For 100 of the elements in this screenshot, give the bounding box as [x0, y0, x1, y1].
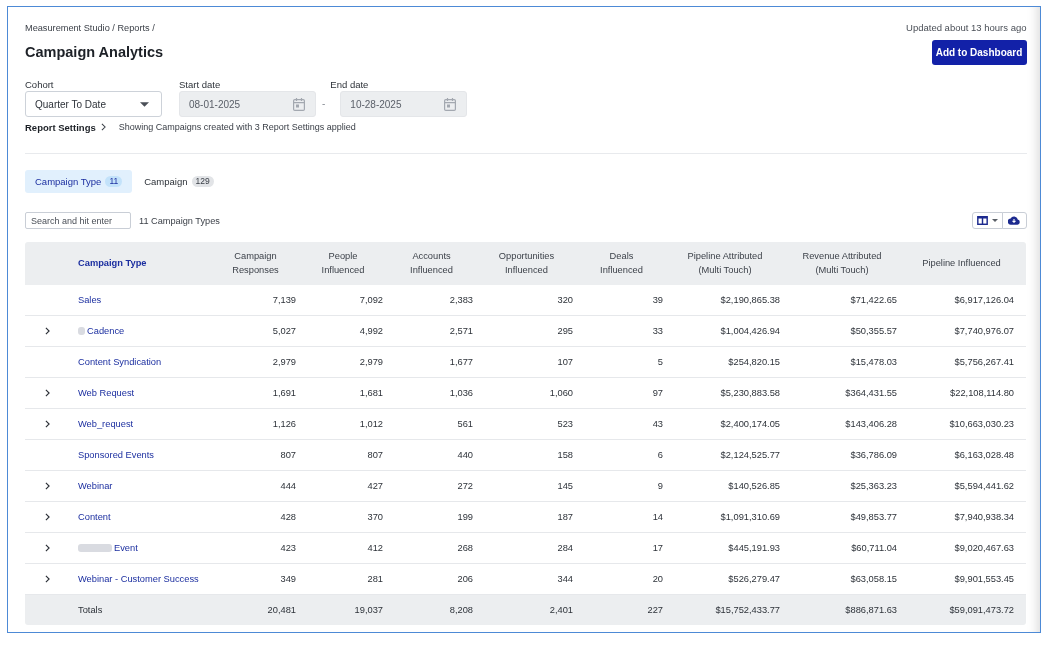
campaign-type-link[interactable]: Content Syndication [78, 357, 162, 367]
table-cell-text: 39 [651, 295, 664, 305]
table-cell-text: 9 [656, 481, 664, 491]
column-picker-button[interactable] [971, 212, 1003, 229]
table-cell-text: $2,400,174.05 [719, 419, 781, 429]
table-cell-text: 158 [556, 450, 574, 460]
result-count: 11 Campaign Types [139, 215, 220, 226]
table-cell-text: $5,594,441.62 [953, 481, 1015, 491]
table-cell-text: 2,979 [358, 357, 384, 367]
table-cell-text: 1,681 [358, 388, 384, 398]
breadcrumb[interactable]: Measurement Studio / Reports / [25, 21, 164, 35]
campaign-type-link[interactable]: Cadence [87, 326, 125, 336]
table-cell-text: 1,677 [448, 357, 474, 367]
table-cell-text: 6 [656, 450, 664, 460]
campaign-type-link[interactable]: Webinar - Customer Success [78, 574, 199, 584]
field-label: Cohort [25, 79, 55, 91]
chevron-right-icon[interactable] [45, 327, 50, 335]
table-cell-text: $15,752,433.77 [714, 605, 781, 615]
column-header[interactable]: Revenue Attributed (Multi Touch) [802, 249, 882, 278]
table-cell-text: 272 [456, 481, 474, 491]
campaign-type-link[interactable]: Webinar [78, 481, 113, 491]
column-header[interactable]: Deals Influenced [600, 249, 643, 278]
tab[interactable]: Campaign 129 [134, 170, 224, 193]
campaign-type-link[interactable]: Event [114, 543, 138, 553]
table-cell-text: 20,481 [266, 605, 297, 615]
table-cell-text: 206 [456, 574, 474, 584]
download-button[interactable] [1001, 212, 1027, 229]
table-cell-text: $6,163,028.48 [953, 450, 1015, 460]
table-cell-text: 2,401 [548, 605, 574, 615]
updated-time-text: Updated about 13 hours ago [906, 21, 1027, 35]
table-cell-text: $9,020,467.63 [953, 543, 1015, 553]
column-header[interactable]: Opportunities Influenced [498, 249, 555, 278]
cohort-select[interactable]: Quarter To Date [25, 91, 162, 117]
table-cell-text: $49,853.77 [849, 512, 898, 522]
table-cell-text: 344 [556, 574, 574, 584]
table-cell-text: 444 [279, 481, 297, 491]
table-cell-text: 807 [366, 450, 384, 460]
search-field[interactable]: Search and hit enter [25, 212, 131, 229]
table-cell-text: 7,139 [271, 295, 297, 305]
table-cell-text: $445,191.93 [727, 543, 781, 553]
column-header[interactable]: Campaign Type [78, 256, 147, 271]
table-cell-text: 43 [651, 419, 664, 429]
table-cell-text: $143,406.28 [844, 419, 898, 429]
table-cell-text: 17 [651, 543, 664, 553]
table-cell-text: 2,383 [448, 295, 474, 305]
table-cell-text: $7,940,938.34 [953, 512, 1015, 522]
table-cell-text: 423 [279, 543, 297, 553]
table-cell-text: 2,571 [448, 326, 474, 336]
campaign-type-link[interactable]: Web_request [78, 419, 134, 429]
table-cell-text: 349 [279, 574, 297, 584]
add-to-dashboard-button[interactable]: Add to Dashboard [931, 40, 1027, 65]
table-cell-text: 107 [556, 357, 574, 367]
table-cell-text: $5,230,883.58 [719, 388, 781, 398]
chevron-right-icon[interactable] [45, 513, 50, 521]
table-cell-text: 33 [651, 326, 664, 336]
table-cell-text: $364,431.55 [844, 388, 898, 398]
campaign-type-link[interactable]: Web Request [78, 388, 135, 398]
table-cell-text: $1,091,310.69 [719, 512, 781, 522]
table-cell-text: 199 [456, 512, 474, 522]
campaign-type-link[interactable]: Sales [78, 295, 102, 305]
table-cell-text: 523 [556, 419, 574, 429]
tab-count: 129 [191, 176, 214, 187]
chevron-right-icon[interactable] [45, 420, 50, 428]
report-settings-link[interactable]: Report Settings [25, 121, 106, 133]
table-cell-text: $2,124,525.77 [719, 450, 781, 460]
column-header[interactable]: People Influenced [321, 249, 365, 278]
table-cell-text: $254,820.15 [727, 357, 781, 367]
table-cell-text: 20 [651, 574, 664, 584]
column-header[interactable]: Campaign Responses [232, 249, 279, 278]
column-header[interactable]: Pipeline Influenced [922, 256, 1001, 271]
table-cell-text: 1,036 [448, 388, 474, 398]
table-cell-text: $886,871.63 [844, 605, 898, 615]
campaign-type-link[interactable]: Sponsored Events [78, 450, 154, 460]
columns-icon [976, 216, 988, 225]
table-cell-text: $1,004,426.94 [719, 326, 781, 336]
table-cell-text: 5 [656, 357, 664, 367]
table-cell-text: 8,208 [448, 605, 474, 615]
chevron-right-icon[interactable] [45, 389, 50, 397]
table-cell-text: 268 [456, 543, 474, 553]
tab[interactable]: Campaign Type 11 [25, 170, 133, 193]
chevron-right-icon[interactable] [45, 575, 50, 583]
table-cell-text: $10,663,030.23 [948, 419, 1015, 429]
chevron-right-icon [100, 123, 106, 131]
table-cell-text: $140,526.85 [727, 481, 781, 491]
table-cell-text: 14 [651, 512, 664, 522]
table-cell-text: 370 [366, 512, 384, 522]
table-cell-text: $71,422.65 [849, 295, 898, 305]
totals-label: Totals [78, 605, 103, 615]
tab-count: 11 [105, 176, 123, 187]
table-cell-text: $9,901,553.45 [953, 574, 1015, 584]
caret-down-icon [991, 219, 998, 222]
chevron-right-icon[interactable] [45, 544, 50, 552]
table-cell-text: $25,363.23 [849, 481, 898, 491]
chevron-right-icon[interactable] [45, 482, 50, 490]
campaign-type-link[interactable]: Content [78, 512, 111, 522]
column-header[interactable]: Pipeline Attributed (Multi Touch) [687, 249, 763, 278]
table-cell-text: 284 [556, 543, 574, 553]
table-cell-text: 295 [556, 326, 574, 336]
column-header[interactable]: Accounts Influenced [410, 249, 453, 278]
cloud-download-icon [1008, 216, 1020, 225]
